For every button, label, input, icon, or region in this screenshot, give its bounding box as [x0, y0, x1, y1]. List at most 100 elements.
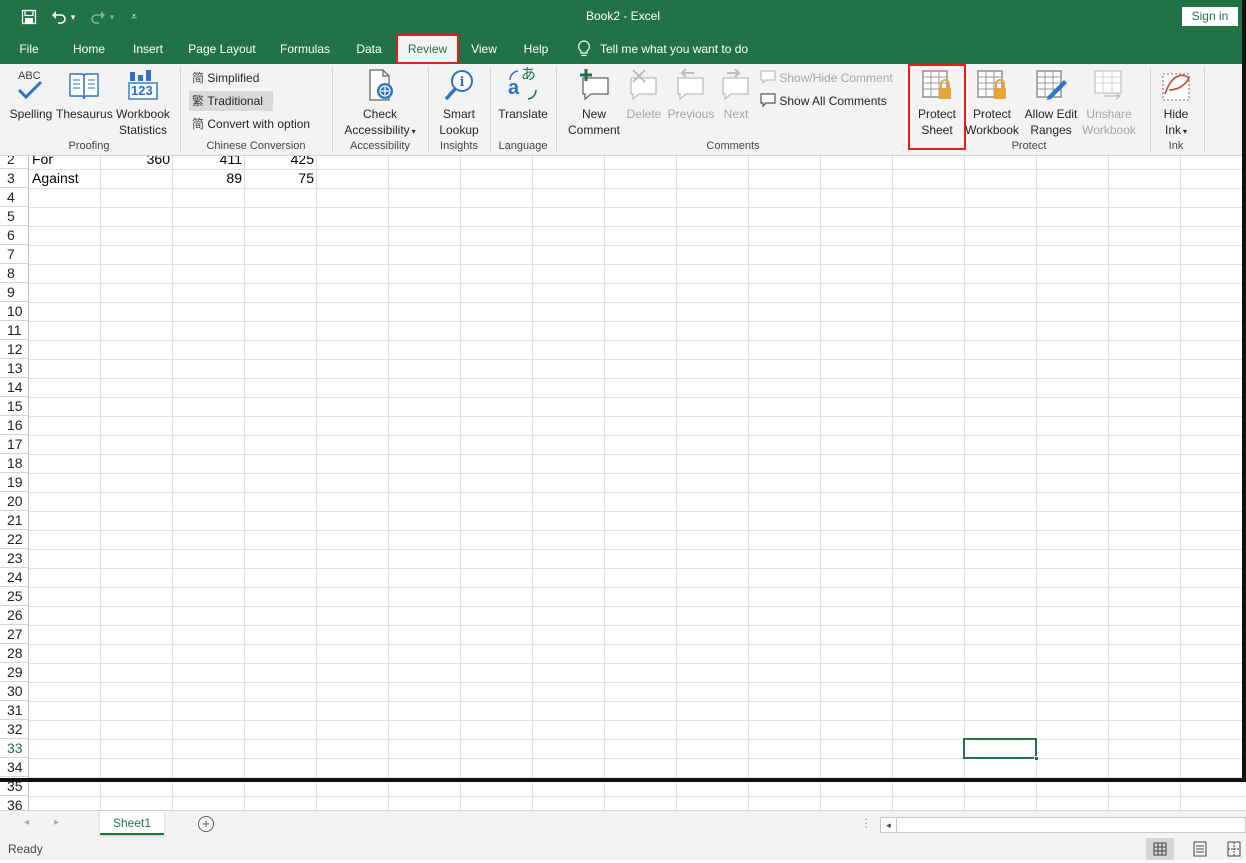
row-header-27[interactable]: 27: [0, 625, 29, 644]
fill-handle[interactable]: [1034, 756, 1039, 761]
sheet-tab-bar: ◂ ▸ Sheet1 + ⋮ ◂: [0, 810, 1246, 838]
row-header-36[interactable]: 36: [0, 796, 29, 810]
tab-data[interactable]: Data: [350, 34, 388, 64]
sign-in-button[interactable]: Sign in: [1182, 7, 1238, 26]
row-header-19[interactable]: 19: [0, 473, 29, 492]
spelling-button[interactable]: ABC Spelling: [6, 68, 56, 122]
add-sheet-icon[interactable]: +: [198, 816, 214, 832]
selected-cell[interactable]: [963, 738, 1039, 761]
show-hide-comment-label: Show/Hide Comment: [779, 71, 893, 85]
row-header-5[interactable]: 5: [0, 207, 29, 226]
row-header-31[interactable]: 31: [0, 701, 29, 720]
column-line: [892, 156, 893, 810]
protect-sheet-label-1: Protect: [917, 107, 956, 121]
statistics-icon: 123: [126, 68, 160, 102]
row-header-6[interactable]: 6: [0, 226, 29, 245]
row-header-17[interactable]: 17: [0, 435, 29, 454]
tab-file[interactable]: File: [12, 34, 46, 64]
row-header-25[interactable]: 25: [0, 587, 29, 606]
row-line: [29, 378, 1246, 379]
row-header-2[interactable]: 2: [0, 156, 29, 169]
worksheet-grid[interactable]: 2 3 4 5 6 7 8 9 10 11 12 13 14 15 16 17 18 19 20 21 22 23 24 25…: [0, 156, 1246, 810]
row-header-29[interactable]: 29: [0, 663, 29, 682]
scroll-left-arrow-icon[interactable]: ◂: [881, 818, 897, 832]
cell-b2[interactable]: 360: [100, 156, 170, 169]
tab-insert[interactable]: Insert: [126, 34, 170, 64]
row-header-10[interactable]: 10: [0, 302, 29, 321]
cell-c2[interactable]: 411: [172, 156, 242, 169]
check-accessibility-button[interactable]: Check Accessibility ▾: [338, 68, 422, 140]
row-header-35[interactable]: 35: [0, 777, 29, 796]
row-header-16[interactable]: 16: [0, 416, 29, 435]
unshare-workbook-label-1: Unshare: [1086, 107, 1132, 121]
row-header-20[interactable]: 20: [0, 492, 29, 511]
row-header-11[interactable]: 11: [0, 321, 29, 340]
cell-d3[interactable]: 75: [244, 169, 314, 188]
tell-me-search[interactable]: Tell me what you want to do: [600, 34, 760, 64]
scroll-left-icon[interactable]: ◂: [24, 817, 29, 828]
cell-c3[interactable]: 89: [172, 169, 242, 188]
row-line: [29, 245, 1246, 246]
translate-button[interactable]: あ a Translate: [494, 66, 552, 122]
row-line: [29, 454, 1246, 455]
row-header-23[interactable]: 23: [0, 549, 29, 568]
row-header-7[interactable]: 7: [0, 245, 29, 264]
scroll-right-icon[interactable]: ▸: [54, 817, 59, 828]
row-header-3[interactable]: 3: [0, 169, 29, 188]
row-header-18[interactable]: 18: [0, 454, 29, 473]
page-break-view-icon[interactable]: [1222, 838, 1246, 860]
row-header-33[interactable]: 33: [0, 739, 29, 758]
tab-home[interactable]: Home: [66, 34, 112, 64]
row-header-8[interactable]: 8: [0, 264, 29, 283]
row-line: [29, 340, 1246, 341]
hide-ink-label-1: Hide: [1163, 107, 1189, 121]
horizontal-scrollbar[interactable]: ◂: [880, 817, 1246, 833]
row-header-13[interactable]: 13: [0, 359, 29, 378]
tab-review[interactable]: Review: [396, 34, 459, 64]
traditional-button[interactable]: 繁 Traditional: [189, 91, 273, 111]
row-header-15[interactable]: 15: [0, 397, 29, 416]
row-header-21[interactable]: 21: [0, 511, 29, 530]
tab-page-layout[interactable]: Page Layout: [182, 34, 262, 64]
column-line: [748, 156, 749, 810]
row-header-9[interactable]: 9: [0, 283, 29, 302]
row-header-22[interactable]: 22: [0, 530, 29, 549]
workbook-statistics-button[interactable]: 123 Workbook Statistics: [114, 68, 172, 138]
sheet-tab-sheet1[interactable]: Sheet1: [100, 811, 164, 835]
tab-help[interactable]: Help: [518, 34, 554, 64]
protect-workbook-button[interactable]: Protect Workbook: [964, 68, 1020, 138]
tab-formulas[interactable]: Formulas: [274, 34, 336, 64]
allow-edit-ranges-button[interactable]: Allow Edit Ranges: [1020, 68, 1082, 138]
row-header-28[interactable]: 28: [0, 644, 29, 663]
book-icon: [69, 73, 99, 100]
row-header-26[interactable]: 26: [0, 606, 29, 625]
row-line: [29, 264, 1246, 265]
row-header-32[interactable]: 32: [0, 720, 29, 739]
tab-view[interactable]: View: [466, 34, 502, 64]
spelling-icon: ABC: [14, 68, 48, 102]
simplified-button[interactable]: 简 Simplified: [190, 68, 270, 88]
normal-view-icon[interactable]: [1146, 838, 1174, 860]
row-line: [29, 473, 1246, 474]
hide-ink-button[interactable]: Hide Ink ▾: [1156, 68, 1196, 140]
smart-lookup-button[interactable]: i Smart Lookup: [432, 68, 486, 138]
split-handle-icon[interactable]: ⋮: [860, 816, 872, 830]
document-name: Book2: [585, 9, 620, 23]
cell-d2[interactable]: 425: [244, 156, 314, 169]
cell-a3[interactable]: Against: [32, 169, 79, 188]
row-header-14[interactable]: 14: [0, 378, 29, 397]
page-layout-view-icon[interactable]: [1186, 838, 1214, 860]
convert-with-option-button[interactable]: 简 Convert with option: [190, 114, 325, 134]
row-header-24[interactable]: 24: [0, 568, 29, 587]
row-header-34[interactable]: 34: [0, 758, 29, 777]
show-all-comments-button[interactable]: Show All Comments: [760, 91, 900, 111]
cell-a2[interactable]: For: [32, 156, 53, 169]
row-header-4[interactable]: 4: [0, 188, 29, 207]
new-comment-button[interactable]: New Comment: [562, 68, 626, 138]
protect-sheet-button[interactable]: Protect Sheet: [908, 64, 966, 150]
row-header-12[interactable]: 12: [0, 340, 29, 359]
delete-comment-icon: [630, 69, 657, 101]
protect-sheet-icon: [922, 70, 951, 99]
thesaurus-button[interactable]: Thesaurus: [56, 68, 113, 122]
row-header-30[interactable]: 30: [0, 682, 29, 701]
